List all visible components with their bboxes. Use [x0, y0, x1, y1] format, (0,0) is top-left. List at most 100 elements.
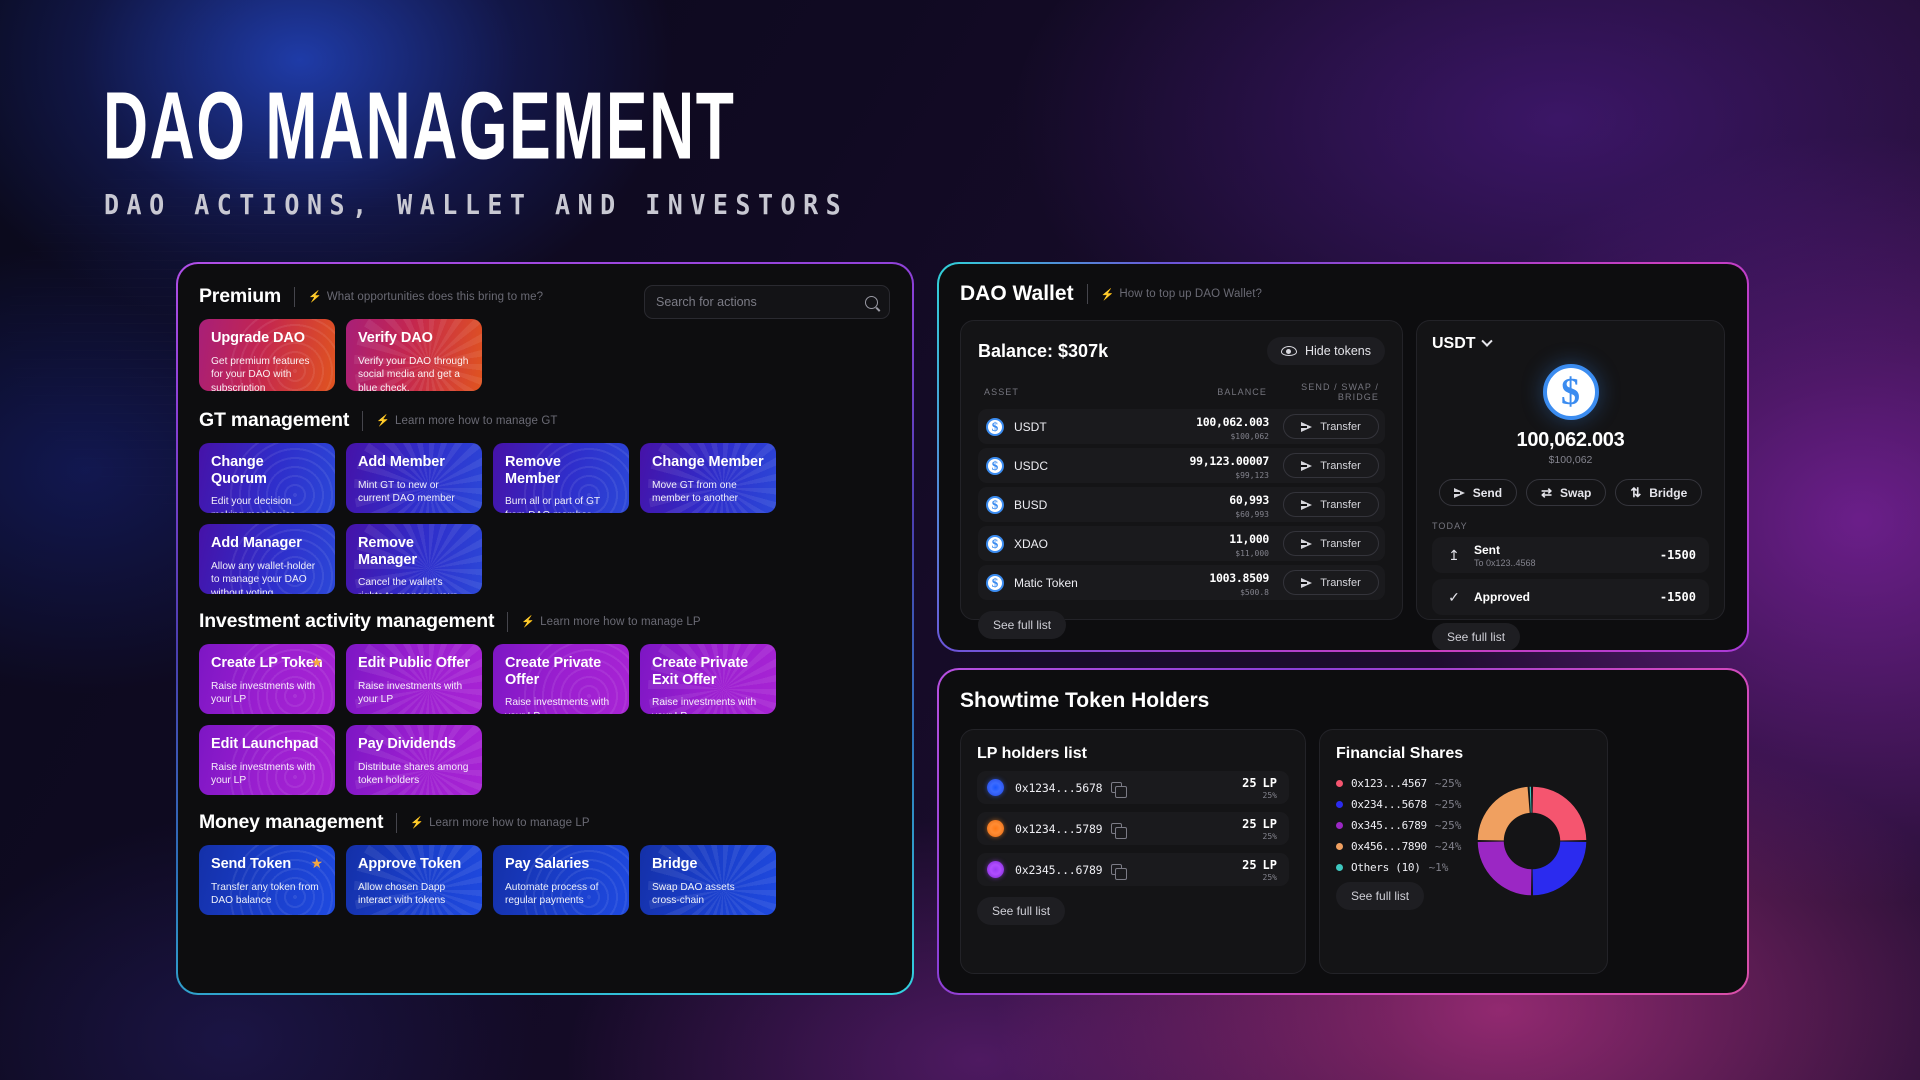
- holder-amount-unit: LP: [1262, 857, 1277, 872]
- lp-holder-row[interactable]: 0x1234...5678 25 LP 25%: [977, 771, 1289, 804]
- action-card[interactable]: Bridge Swap DAO assets cross-chain: [640, 845, 776, 915]
- bolt-icon: ⚡: [308, 291, 322, 303]
- action-card[interactable]: Remove Manager Cancel the wallet's rights…: [346, 524, 482, 594]
- holder-amount: 25 LP 25%: [1242, 817, 1277, 841]
- action-card[interactable]: Add Member Mint GT to new or current DAO …: [346, 443, 482, 513]
- action-card[interactable]: Create Private Offer Raise investments wi…: [493, 644, 629, 714]
- action-card[interactable]: ★ Send Token Transfer any token from DAO b…: [199, 845, 335, 915]
- transactions-see-full-list-label: See full list: [1447, 630, 1506, 644]
- asset-row[interactable]: $ Matic Token 1003.8509 $500.8 Transfer: [978, 565, 1385, 600]
- action-card[interactable]: Change Member Move GT from one member to …: [640, 443, 776, 513]
- lp-see-full-list-button[interactable]: See full list: [977, 897, 1066, 925]
- donut-slice: [1532, 841, 1587, 896]
- asset-balance: 11,000 $11,000: [1157, 530, 1269, 558]
- transfer-button[interactable]: Transfer: [1283, 453, 1379, 478]
- asset-balance-usd: $60,993: [1235, 509, 1269, 519]
- hide-tokens-button[interactable]: Hide tokens: [1266, 337, 1385, 365]
- token-selector[interactable]: USDT: [1432, 335, 1709, 353]
- send-button[interactable]: Send: [1438, 479, 1518, 506]
- divider: [1086, 284, 1088, 304]
- financial-see-full-list-button[interactable]: See full list: [1336, 882, 1425, 910]
- copy-icon[interactable]: [1111, 782, 1127, 798]
- bridge-button[interactable]: ⇅ Bridge: [1615, 479, 1703, 506]
- action-card[interactable]: Edit Public Offer Raise investments with …: [346, 644, 482, 714]
- legend-color-dot: [1336, 801, 1343, 808]
- transfer-label: Transfer: [1320, 498, 1361, 511]
- transfer-button[interactable]: Transfer: [1283, 414, 1379, 439]
- asset-balance: 99,123.00007 $99,123: [1157, 452, 1270, 480]
- transactions-see-full-list-button[interactable]: See full list: [1432, 623, 1521, 650]
- send-icon: [1301, 499, 1313, 510]
- action-card-desc: Burn all or part of GT from DAO member: [505, 496, 600, 513]
- action-card-desc: Distribute shares among token holders: [358, 761, 469, 787]
- section-title: Premium: [199, 285, 282, 307]
- transfer-button[interactable]: Transfer: [1283, 531, 1379, 556]
- action-card[interactable]: ★ Create LP Token Raise investments with y…: [199, 644, 335, 714]
- transaction-amount: -1500: [1659, 548, 1696, 562]
- lp-holder-row[interactable]: 0x1234...5789 25 LP 25%: [977, 812, 1289, 845]
- section-title: Investment activity management: [199, 610, 495, 632]
- action-card-title: Edit Launchpad: [211, 736, 319, 752]
- swap-button[interactable]: ⇄ Swap: [1526, 479, 1607, 506]
- asset-row[interactable]: $ BUSD 60,993 $60,993 Transfer: [978, 487, 1385, 522]
- asset-row[interactable]: $ XDAO 11,000 $11,000 Transfer: [978, 526, 1385, 561]
- action-card[interactable]: Edit Launchpad Raise investments with you…: [199, 725, 335, 795]
- asset-balance: 1003.8509 $500.8: [1157, 569, 1269, 597]
- action-card-title: Change Member: [652, 454, 764, 470]
- action-card[interactable]: Verify DAO Verify your DAO through social…: [346, 319, 482, 391]
- token-usd-value: $100,062: [1548, 454, 1593, 466]
- action-card-title: Change Quorum: [211, 454, 267, 487]
- action-card[interactable]: Pay Dividends Distribute shares among tok…: [346, 725, 482, 795]
- token-detail-card: USDT $ 100,062.003 $100,062 Send ⇄ Swap: [1416, 320, 1725, 650]
- action-card-desc: Raise investments with your LP: [505, 697, 610, 714]
- action-card-title: Upgrade DAO: [211, 330, 305, 346]
- action-card[interactable]: Upgrade DAO Get premium features for your…: [199, 319, 335, 391]
- copy-icon[interactable]: [1111, 864, 1127, 880]
- token-selector-label: USDT: [1432, 335, 1476, 352]
- transfer-button[interactable]: Transfer: [1283, 570, 1379, 595]
- asset-row[interactable]: $ USDT 100,062.003 $100,062 Transfer: [978, 409, 1385, 444]
- copy-icon[interactable]: [1111, 823, 1127, 839]
- transfer-button[interactable]: Transfer: [1283, 492, 1379, 517]
- section-hint[interactable]: ⚡ Learn more how to manage GT: [376, 414, 557, 428]
- action-card-title: Create Private Exit Offer: [652, 655, 749, 688]
- transaction-list: ↥ Sent To 0x123..4568 -1500 ✓ Approved -1500: [1432, 537, 1709, 615]
- action-card[interactable]: Approve Token Allow chosen Dapp interact …: [346, 845, 482, 915]
- transaction-row[interactable]: ↥ Sent To 0x123..4568 -1500: [1432, 537, 1709, 573]
- action-card-desc: Allow any wallet-holder to manage your D…: [211, 560, 316, 594]
- action-card[interactable]: Change Quorum Edit your decision making m…: [199, 443, 335, 513]
- asset-name: Matic Token: [1014, 575, 1078, 590]
- token-holders-panel: Showtime Token Holders LP holders list 0…: [937, 668, 1749, 995]
- action-card[interactable]: Create Private Exit Offer Raise investmen…: [640, 644, 776, 714]
- action-card-title: Approve Token: [358, 856, 462, 872]
- action-card[interactable]: Pay Salaries Automate process of regular …: [493, 845, 629, 915]
- transaction-row[interactable]: ✓ Approved -1500: [1432, 579, 1709, 615]
- section-header: Money management ⚡ Learn more how to manag…: [199, 811, 899, 834]
- lp-holder-row[interactable]: 0x2345...6789 25 LP 25%: [977, 853, 1289, 886]
- wallet-hint[interactable]: ⚡ How to top up DAO Wallet?: [1101, 288, 1263, 301]
- section-hint-label: Learn more how to manage LP: [429, 816, 590, 829]
- asset-row[interactable]: $ USDC 99,123.00007 $99,123 Transfer: [978, 448, 1385, 483]
- upload-icon: ↥: [1448, 546, 1460, 563]
- token-amount: 100,062.003: [1516, 429, 1625, 451]
- asset-name: USDT: [1014, 419, 1047, 434]
- action-card-title: Create LP Token: [211, 655, 323, 671]
- holder-amount-unit: LP: [1262, 775, 1277, 790]
- section-hint[interactable]: ⚡ Learn more how to manage LP: [410, 816, 590, 830]
- legend-color-dot: [1336, 780, 1343, 787]
- section-hint[interactable]: ⚡ Learn more how to manage LP: [521, 615, 700, 629]
- section-hint[interactable]: ⚡ What opportunities does this bring to m…: [308, 290, 543, 304]
- action-card[interactable]: Add Manager Allow any wallet-holder to ma…: [199, 524, 335, 594]
- donut-slice: [1477, 786, 1530, 841]
- action-card[interactable]: Remove Member Burn all or part of GT from…: [493, 443, 629, 513]
- wallet-see-full-list-button[interactable]: See full list: [978, 611, 1067, 639]
- bolt-icon: ⚡: [410, 817, 425, 829]
- swap-label: Swap: [1559, 485, 1592, 500]
- action-card-title: Pay Salaries: [505, 856, 590, 872]
- send-icon: [1301, 460, 1313, 471]
- asset-name: USDC: [1014, 458, 1049, 473]
- bridge-icon: ⇅: [1630, 484, 1642, 500]
- holder-address: 0x1234...5678: [1015, 780, 1103, 795]
- action-card-desc: Transfer any token from DAO balance: [211, 881, 319, 907]
- bolt-icon: ⚡: [1100, 288, 1115, 301]
